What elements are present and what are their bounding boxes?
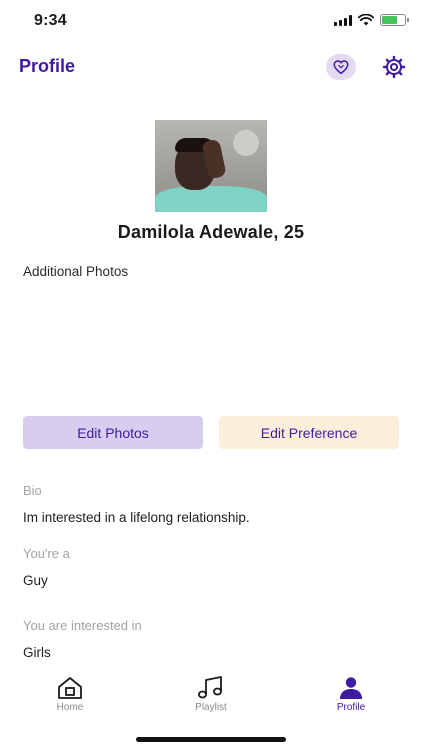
- bio-label: Bio: [23, 483, 42, 498]
- gear-icon: [382, 55, 406, 79]
- status-icons: [334, 14, 409, 26]
- profile-photo[interactable]: [155, 120, 267, 212]
- music-note-icon: [198, 676, 222, 699]
- home-icon: [58, 677, 82, 699]
- home-indicator[interactable]: [136, 737, 286, 742]
- status-time: 9:34: [34, 12, 67, 29]
- person-icon: [340, 677, 362, 699]
- additional-photos-label: Additional Photos: [23, 264, 129, 279]
- youre-a-label: You're a: [23, 546, 70, 561]
- tab-bar: Home Playlist Profile: [0, 672, 422, 720]
- status-bar: 9:34: [0, 0, 422, 44]
- wifi-icon: [358, 14, 374, 26]
- edit-preference-button[interactable]: Edit Preference: [219, 416, 399, 449]
- settings-button[interactable]: [381, 54, 407, 80]
- interested-in-value: Girls: [23, 645, 51, 660]
- tab-playlist[interactable]: Playlist: [171, 676, 251, 713]
- cellular-signal-icon: [334, 14, 352, 26]
- interested-in-label: You are interested in: [23, 618, 142, 633]
- heart-icon: [333, 60, 349, 75]
- battery-icon: [380, 14, 409, 26]
- edit-photos-button[interactable]: Edit Photos: [23, 416, 203, 449]
- page-title: Profile: [19, 56, 76, 76]
- tab-playlist-label: Playlist: [195, 702, 227, 713]
- bio-value: Im interested in a lifelong relationship…: [23, 510, 250, 525]
- tab-home-label: Home: [56, 702, 84, 713]
- header: Profile: [0, 50, 422, 84]
- youre-a-value: Guy: [23, 573, 48, 588]
- tab-profile-label: Profile: [336, 702, 366, 713]
- likes-button[interactable]: [326, 54, 356, 80]
- profile-name-age: Damilola Adewale, 25: [117, 222, 305, 242]
- tab-home[interactable]: Home: [30, 676, 110, 713]
- tab-profile[interactable]: Profile: [311, 676, 391, 713]
